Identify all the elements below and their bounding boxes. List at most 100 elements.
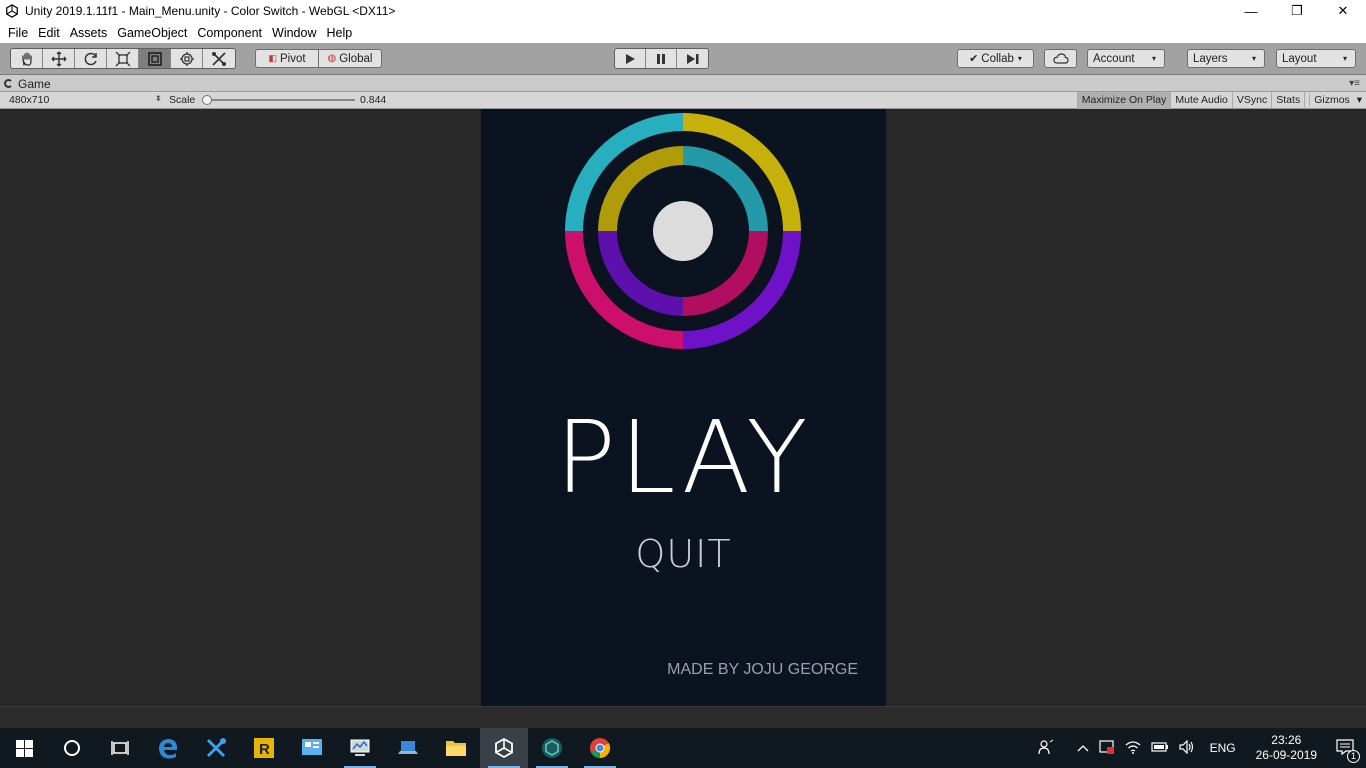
custom-tool-button[interactable]: [203, 49, 235, 68]
menu-file[interactable]: File: [8, 26, 28, 40]
people-icon[interactable]: [1037, 739, 1054, 758]
maximize-on-play-toggle[interactable]: Maximize On Play: [1076, 92, 1171, 109]
play-icon: [626, 53, 635, 64]
clock[interactable]: 23:26 26-09-2019: [1256, 733, 1317, 763]
gizmos-dropdown[interactable]: Gizmos ▾: [1304, 92, 1366, 109]
chevron-down-icon: ▾: [1342, 54, 1347, 63]
windows-taskbar: R ENG 23:26 26-09-2019 1: [0, 728, 1366, 768]
quit-button[interactable]: QUIT: [481, 532, 886, 576]
menu-bar: File Edit Assets GameObject Component Wi…: [0, 22, 1366, 43]
wifi-icon[interactable]: [1125, 740, 1141, 757]
globe-icon: ◍: [327, 53, 337, 64]
vsync-toggle[interactable]: VSync: [1231, 92, 1271, 109]
pause-button[interactable]: [646, 49, 677, 68]
layout-dropdown[interactable]: Layout ▾: [1276, 49, 1356, 68]
taskbar-file-explorer[interactable]: [432, 728, 480, 768]
search-button[interactable]: [48, 728, 96, 768]
menu-gameobject[interactable]: GameObject: [117, 26, 187, 40]
notification-count: 1: [1347, 749, 1360, 763]
laptop-icon: [398, 741, 418, 754]
chevron-down-icon: ▾: [1251, 54, 1256, 63]
layers-dropdown[interactable]: Layers ▾: [1187, 49, 1265, 68]
taskbar-app-blue[interactable]: [288, 728, 336, 768]
step-icon: [686, 53, 698, 64]
chevron-up-icon[interactable]: [1077, 741, 1089, 755]
chevron-down-icon: ▾: [1017, 54, 1022, 63]
credit-text: MADE BY JOJU GEORGE: [667, 661, 858, 678]
rotate-tool-button[interactable]: [75, 49, 107, 68]
menu-assets[interactable]: Assets: [70, 26, 108, 40]
scale-slider-handle[interactable]: [202, 95, 212, 105]
scale-value: 0.844: [360, 94, 387, 106]
taskbar-unity-hub[interactable]: [528, 728, 576, 768]
play-button[interactable]: PLAY: [481, 399, 886, 516]
stats-toggle[interactable]: Stats: [1271, 92, 1304, 109]
updown-arrows-icon: ⬍: [155, 94, 162, 103]
transform-icon: [179, 51, 194, 66]
task-view-icon: [111, 741, 129, 755]
taskbar-tools[interactable]: [192, 728, 240, 768]
menu-component[interactable]: Component: [197, 26, 262, 40]
battery-icon[interactable]: [1150, 741, 1169, 755]
taskbar-chrome[interactable]: [576, 728, 624, 768]
start-button[interactable]: [0, 728, 48, 768]
game-view-controls: 480x710 ⬍ Scale 0.844 Maximize On Play M…: [0, 92, 1366, 109]
unity-hub-icon: [542, 738, 562, 758]
window-title: Unity 2019.1.11f1 - Main_Menu.unity - Co…: [25, 4, 396, 18]
folder-icon: [446, 741, 466, 756]
cortana-circle-icon: [64, 740, 80, 756]
tab-menu-icon[interactable]: ▾≡: [1349, 78, 1360, 89]
playback-controls: [614, 48, 709, 69]
transform-tools: [10, 48, 236, 69]
maximize-button[interactable]: ❐: [1274, 0, 1320, 22]
game-canvas[interactable]: PLAY QUIT MADE BY JOJU GEORGE: [481, 109, 886, 706]
scale-tool-button[interactable]: [107, 49, 139, 68]
global-toggle[interactable]: ◍ Global: [318, 49, 382, 68]
mute-audio-toggle[interactable]: Mute Audio: [1170, 92, 1232, 109]
menu-window[interactable]: Window: [272, 26, 316, 40]
rect-tool-button[interactable]: [139, 49, 171, 68]
menu-help[interactable]: Help: [326, 26, 352, 40]
taskbar-rider[interactable]: R: [240, 728, 288, 768]
transform-tool-button[interactable]: [171, 49, 203, 68]
close-button[interactable]: ✕: [1320, 0, 1366, 22]
menu-edit[interactable]: Edit: [38, 26, 60, 40]
color-rings: [565, 113, 801, 349]
status-bar: [0, 706, 1366, 728]
move-tool-button[interactable]: [43, 49, 75, 68]
control-panel-icon: [302, 739, 322, 755]
svg-text:R: R: [259, 741, 270, 758]
hand-tool-button[interactable]: [11, 49, 43, 68]
system-tray: ENG 23:26 26-09-2019 1: [1033, 728, 1366, 768]
task-view-button[interactable]: [96, 728, 144, 768]
edge-browser-icon: [159, 739, 177, 759]
unity-logo-icon: [6, 4, 18, 18]
volume-icon[interactable]: [1178, 739, 1195, 757]
windows-logo-icon: [15, 739, 33, 757]
play-button[interactable]: [615, 49, 646, 68]
checkmark-icon: ✔: [969, 53, 979, 65]
game-view-icon: [4, 79, 13, 88]
security-alert-icon[interactable]: [1098, 739, 1115, 758]
scale-label: Scale: [169, 94, 196, 106]
language-indicator[interactable]: ENG: [1210, 741, 1236, 755]
scale-icon: [115, 51, 130, 66]
cloud-button[interactable]: [1044, 49, 1077, 68]
resolution-dropdown[interactable]: 480x710: [9, 94, 49, 106]
taskbar-laptop-app[interactable]: [384, 728, 432, 768]
unity-logo-icon: [495, 738, 513, 758]
tab-game[interactable]: Game: [4, 75, 51, 92]
rotate-icon: [84, 52, 97, 65]
taskbar-edge[interactable]: [144, 728, 192, 768]
minimize-button[interactable]: —: [1228, 0, 1274, 22]
player-ball: [653, 201, 713, 261]
collab-dropdown[interactable]: ✔ Collab ▾: [957, 49, 1034, 68]
pivot-toggle[interactable]: ◧ Pivot: [255, 49, 319, 68]
account-dropdown[interactable]: Account ▾: [1087, 49, 1165, 68]
step-button[interactable]: [677, 49, 708, 68]
action-center-button[interactable]: 1: [1336, 738, 1360, 763]
taskbar-monitor-app[interactable]: [336, 728, 384, 768]
clock-time: 23:26: [1271, 733, 1302, 747]
scale-slider-track[interactable]: [205, 99, 355, 101]
taskbar-unity[interactable]: [480, 728, 528, 768]
